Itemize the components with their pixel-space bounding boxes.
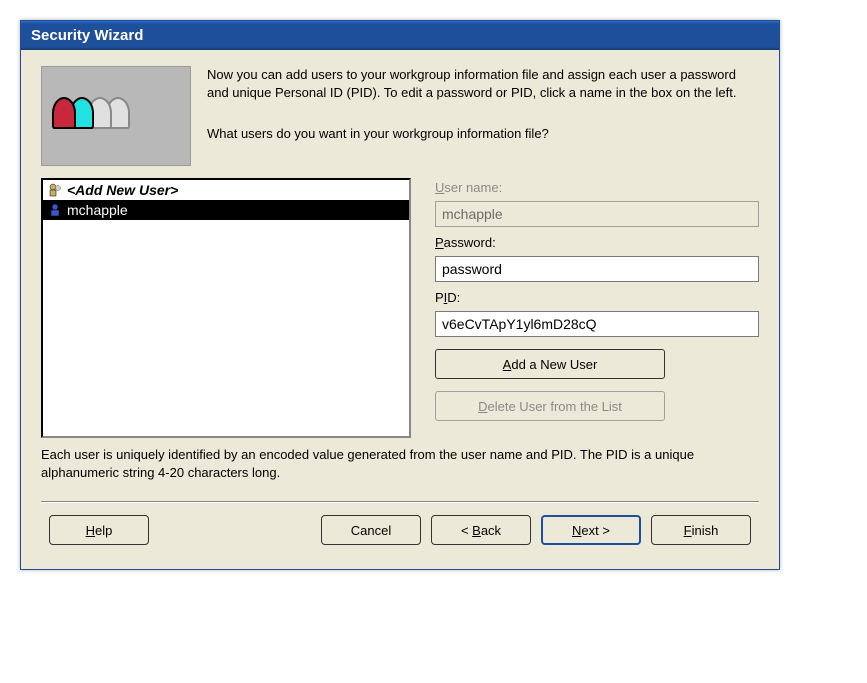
finish-button[interactable]: Finish	[651, 515, 751, 545]
pid-label: PID:	[435, 290, 759, 305]
add-new-user-button[interactable]: Add a New User	[435, 349, 665, 379]
list-item-user[interactable]: mchapple	[43, 200, 409, 220]
delete-user-button: Delete User from the List	[435, 391, 665, 421]
pid-field[interactable]	[435, 311, 759, 337]
next-button[interactable]: Next >	[541, 515, 641, 545]
separator	[41, 501, 759, 503]
wizard-illustration	[41, 66, 191, 166]
cancel-button[interactable]: Cancel	[321, 515, 421, 545]
top-row: Now you can add users to your workgroup …	[41, 66, 759, 166]
instruction-text: Now you can add users to your workgroup …	[207, 66, 759, 101]
question-text: What users do you want in your workgroup…	[207, 125, 759, 143]
username-field	[435, 201, 759, 227]
titlebar[interactable]: Security Wizard	[21, 21, 779, 50]
back-button[interactable]: < Back	[431, 515, 531, 545]
password-field[interactable]	[435, 256, 759, 282]
user-listbox[interactable]: <Add New User> mchapple	[41, 178, 411, 438]
footnote-text: Each user is uniquely identified by an e…	[41, 446, 759, 481]
help-button[interactable]: Help	[49, 515, 149, 545]
add-button-rest: dd a New User	[511, 357, 597, 372]
form-column: User name: Password: PID: Add a New User…	[435, 178, 759, 438]
list-item-label: <Add New User>	[67, 182, 178, 198]
window-title: Security Wizard	[31, 27, 143, 44]
password-label: Password:	[435, 235, 759, 250]
list-item-add-new-user[interactable]: <Add New User>	[43, 180, 409, 200]
mid-row: <Add New User> mchapple User name: Passw…	[41, 178, 759, 438]
button-row: Help Cancel < Back Next > Finish	[41, 515, 759, 561]
top-text: Now you can add users to your workgroup …	[207, 66, 759, 166]
username-label: User name:	[435, 180, 759, 195]
content-area: Now you can add users to your workgroup …	[21, 50, 779, 569]
list-item-label: mchapple	[67, 202, 128, 218]
users-icon	[47, 182, 63, 198]
people-icon	[52, 97, 124, 129]
delete-button-rest: elete User from the List	[488, 399, 622, 414]
user-icon	[47, 202, 63, 218]
security-wizard-window: Security Wizard Now you can add users to…	[20, 20, 780, 570]
